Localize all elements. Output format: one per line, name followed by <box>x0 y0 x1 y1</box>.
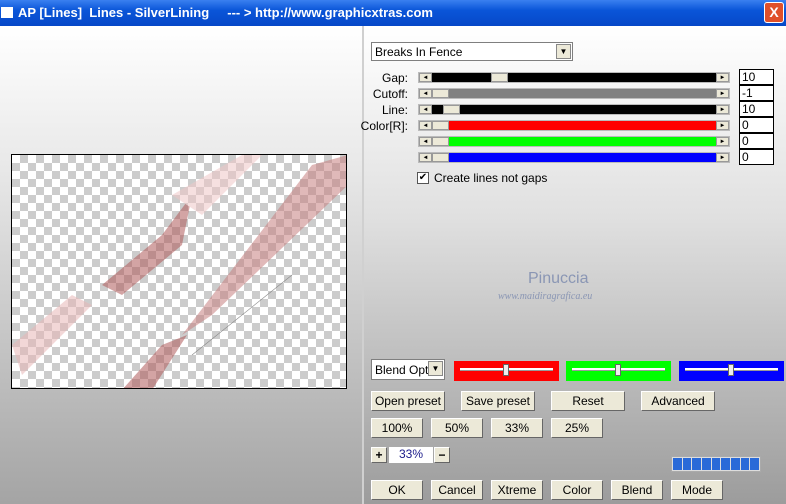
arrow-left-icon[interactable]: ◄ <box>419 105 432 114</box>
zoom-50-button[interactable]: 50% <box>431 418 483 438</box>
slider-label: Color[R]: <box>360 119 408 133</box>
slider-value-field[interactable]: 10 <box>739 69 774 85</box>
slider-fill <box>432 105 716 114</box>
ok-button[interactable]: OK <box>371 480 423 500</box>
slider-label: Gap: <box>381 71 408 85</box>
slider-value-field[interactable]: 10 <box>739 101 774 117</box>
title-bar: AP [Lines] Lines - SilverLining --- > ht… <box>0 0 786 26</box>
slider-3[interactable]: ◄ ► <box>418 120 730 131</box>
xtreme-button[interactable]: Xtreme <box>491 480 543 500</box>
slider-1[interactable]: ◄ ► <box>418 88 730 99</box>
arrow-right-icon[interactable]: ► <box>716 137 729 146</box>
slider-4[interactable]: ◄ ► <box>418 136 730 147</box>
progress-segment <box>682 458 692 470</box>
arrow-left-icon[interactable]: ◄ <box>419 137 432 146</box>
progress-indicator <box>671 456 761 472</box>
zoom-out-button[interactable]: − <box>434 447 450 463</box>
slider-label: Cutoff: <box>372 87 408 101</box>
preset-dropdown[interactable]: Breaks In Fence ▼ <box>371 42 573 61</box>
watermark-url: www.maidiragrafica.eu <box>498 291 593 302</box>
slider-value-field[interactable]: 0 <box>739 117 774 133</box>
preview-canvas[interactable] <box>11 154 347 389</box>
arrow-right-icon[interactable]: ► <box>716 153 729 162</box>
stroke-shape <box>12 295 92 375</box>
arrow-left-icon[interactable]: ◄ <box>419 89 432 98</box>
slider-thumb[interactable] <box>491 73 509 82</box>
preset-dropdown-value: Breaks In Fence <box>375 45 463 59</box>
slider-thumb[interactable] <box>432 89 449 98</box>
slider-fill <box>432 89 716 98</box>
zoom-level: 33% <box>389 447 433 463</box>
window-title: AP [Lines] Lines - SilverLining --- > ht… <box>18 5 433 20</box>
color-button[interactable]: Color <box>551 480 603 500</box>
blend-button[interactable]: Blend <box>611 480 663 500</box>
slider-thumb[interactable] <box>432 137 449 146</box>
arrow-right-icon[interactable]: ► <box>716 105 729 114</box>
blend-green-slider[interactable] <box>566 361 671 381</box>
arrow-left-icon[interactable]: ◄ <box>419 153 432 162</box>
slider-5[interactable]: ◄ ► <box>418 152 730 163</box>
mode-button[interactable]: Mode <box>671 480 723 500</box>
slider-value-field[interactable]: 0 <box>739 149 774 165</box>
progress-segment <box>731 458 740 470</box>
stroke-shape <box>102 195 192 295</box>
zoom-100-button[interactable]: 100% <box>371 418 423 438</box>
watermark-name: Pinuccia <box>528 270 589 287</box>
blend-blue-slider[interactable] <box>679 361 784 381</box>
progress-segment <box>740 458 750 470</box>
progress-segment <box>750 458 760 470</box>
progress-segment <box>711 458 721 470</box>
slider-0[interactable]: ◄ ► <box>418 72 730 83</box>
progress-segment <box>673 458 682 470</box>
progress-segment <box>721 458 731 470</box>
preview-image <box>12 155 346 388</box>
slider-2[interactable]: ◄ ► <box>418 104 730 115</box>
app-icon <box>1 7 13 18</box>
arrow-left-icon[interactable]: ◄ <box>419 73 432 82</box>
slider-thumb[interactable] <box>432 121 449 130</box>
blend-dropdown[interactable]: Blend Opti ▼ <box>371 359 445 380</box>
stroke-shape <box>123 335 187 388</box>
slider-fill <box>432 137 716 146</box>
create-lines-label: Create lines not gaps <box>434 171 548 185</box>
reset-button[interactable]: Reset <box>551 391 625 411</box>
chevron-down-icon[interactable]: ▼ <box>428 361 443 376</box>
create-lines-checkbox[interactable]: ✔ <box>417 172 429 184</box>
slider-thumb[interactable] <box>442 105 460 114</box>
advanced-button[interactable]: Advanced <box>641 391 715 411</box>
open-preset-button[interactable]: Open preset <box>371 391 445 411</box>
slider-fill <box>432 121 716 130</box>
arrow-right-icon[interactable]: ► <box>716 89 729 98</box>
slider-value-field[interactable]: 0 <box>739 133 774 149</box>
progress-segment <box>692 458 702 470</box>
arrow-right-icon[interactable]: ► <box>716 121 729 130</box>
slider-value-field[interactable]: -1 <box>739 85 774 101</box>
slider-fill <box>432 73 716 82</box>
blend-red-slider[interactable] <box>454 361 559 381</box>
zoom-in-button[interactable]: + <box>371 447 387 463</box>
slider-thumb[interactable] <box>432 153 449 162</box>
cancel-button[interactable]: Cancel <box>431 480 483 500</box>
blend-dropdown-value: Blend Opti <box>375 363 432 377</box>
chevron-down-icon[interactable]: ▼ <box>556 44 571 59</box>
arrow-left-icon[interactable]: ◄ <box>419 121 432 130</box>
slider-fill <box>432 153 716 162</box>
arrow-right-icon[interactable]: ► <box>716 73 729 82</box>
progress-segment <box>702 458 711 470</box>
save-preset-button[interactable]: Save preset <box>461 391 535 411</box>
close-button[interactable]: X <box>764 2 784 23</box>
slider-label: Line: <box>381 103 408 117</box>
zoom-33-button[interactable]: 33% <box>491 418 543 438</box>
zoom-25-button[interactable]: 25% <box>551 418 603 438</box>
